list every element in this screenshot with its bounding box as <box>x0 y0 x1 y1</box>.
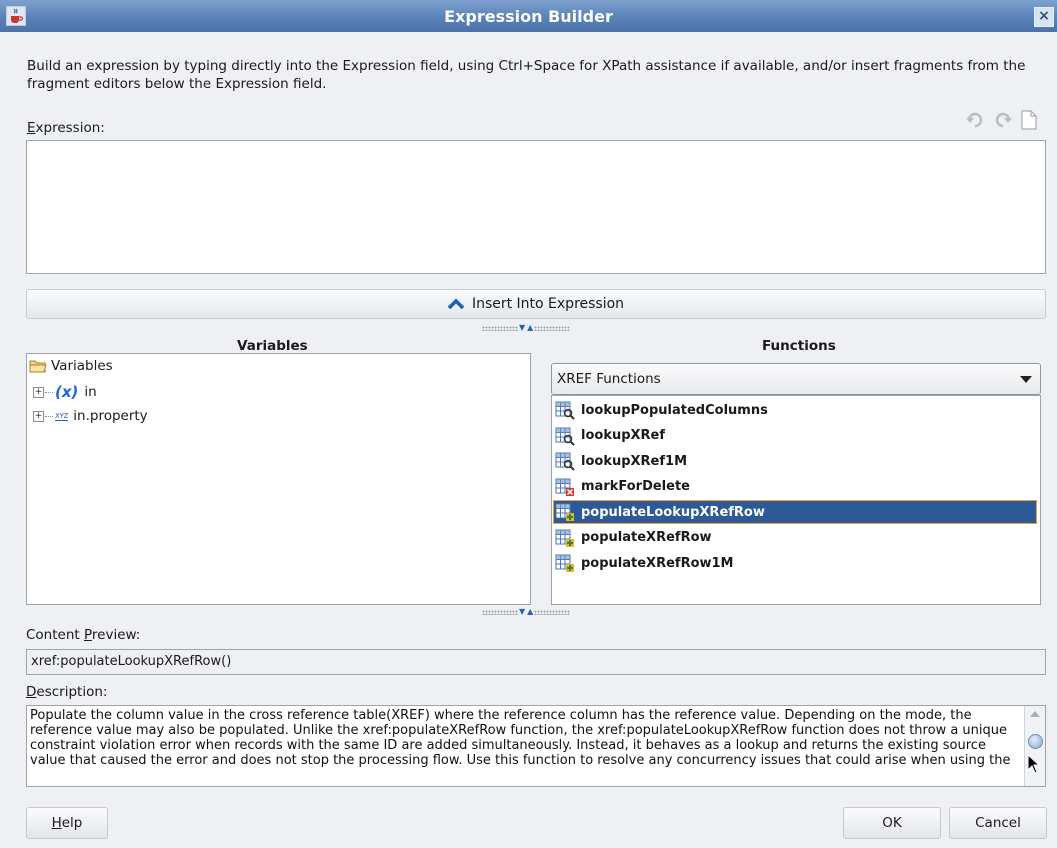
tree-line <box>45 415 53 417</box>
grip-dots-icon <box>482 609 518 615</box>
description-box[interactable]: Populate the column value in the cross r… <box>26 705 1046 787</box>
content-preview-field: xref:populateLookupXRefRow() <box>26 649 1046 675</box>
content-preview-mnemonic: P <box>83 627 92 643</box>
expression-label-rest: xpression: <box>35 120 105 136</box>
content-preview-label: Content Preview: <box>26 627 140 643</box>
ok-button[interactable]: OK <box>843 807 941 839</box>
variable-icon: (x) <box>55 383 79 401</box>
tree-node-in[interactable]: + (x) in <box>33 383 97 401</box>
arrow-down-icon: ▼ <box>519 323 526 332</box>
function-list-item[interactable]: lookupXRef <box>553 424 1037 448</box>
cancel-button[interactable]: Cancel <box>949 807 1047 839</box>
function-label: populateXRefRow1M <box>581 555 734 571</box>
close-button[interactable]: × <box>1034 7 1054 27</box>
functions-heading: Functions <box>762 338 836 354</box>
description-text: Populate the column value in the cross r… <box>30 708 1011 768</box>
grip-dots-icon <box>534 325 571 331</box>
mouse-cursor-icon <box>1027 754 1041 774</box>
window-title: Expression Builder <box>444 7 613 26</box>
function-label: populateXRefRow <box>581 530 712 545</box>
function-list[interactable]: lookupPopulatedColumns lookupXRef lookupXR… <box>551 395 1041 605</box>
redo-icon[interactable] <box>993 110 1013 128</box>
chevron-down-icon[interactable] <box>1020 376 1032 383</box>
tree-label: in <box>84 384 97 400</box>
table-function-icon <box>555 427 575 446</box>
insert-into-expression-button[interactable]: Insert Into Expression <box>26 289 1046 319</box>
expression-field[interactable] <box>26 140 1046 274</box>
expression-toolbar <box>965 110 1037 130</box>
content-preview-label-rest: review: <box>91 627 141 643</box>
tree-label: Variables <box>51 358 113 374</box>
function-category-select[interactable]: XREF Functions <box>551 363 1041 395</box>
tree-label: in.property <box>73 408 148 424</box>
variables-heading: Variables <box>237 338 308 354</box>
function-list-item[interactable]: populateLookupXRefRow <box>553 500 1037 524</box>
clear-icon[interactable] <box>1021 110 1037 130</box>
description-scrollbar[interactable] <box>1024 706 1045 786</box>
insert-label: Insert Into Expression <box>471 296 625 312</box>
instructions-text: Build an expression by typing directly i… <box>27 58 1026 92</box>
splitter-grip-bottom[interactable]: ▼ ▲ <box>482 607 571 616</box>
chevron-up-icon <box>447 298 464 310</box>
function-list-item[interactable]: populateXRefRow <box>553 526 1037 550</box>
table-function-icon <box>555 401 575 420</box>
property-icon: XYZ <box>55 411 69 421</box>
help-label-rest: elp <box>61 815 83 831</box>
function-label: markForDelete <box>581 479 690 494</box>
table-function-icon <box>555 554 574 572</box>
function-label: populateLookupXRefRow <box>581 504 765 520</box>
expand-icon[interactable]: + <box>33 410 44 422</box>
undo-icon[interactable] <box>965 110 985 128</box>
tree-line <box>45 391 53 393</box>
description-label: Description: <box>26 684 107 700</box>
function-label: lookupXRef <box>581 428 666 443</box>
scroll-up-icon[interactable] <box>1030 711 1040 717</box>
expand-icon[interactable]: + <box>33 386 44 398</box>
content-preview-value: xref:populateLookupXRefRow() <box>31 654 232 669</box>
table-function-icon <box>555 478 574 496</box>
description-mnemonic: D <box>26 684 37 700</box>
splitter-grip-top[interactable]: ▼ ▲ <box>482 323 571 332</box>
function-list-item[interactable]: markForDelete <box>553 475 1037 499</box>
function-list-item[interactable]: populateXRefRow1M <box>553 551 1037 575</box>
function-label: lookupPopulatedColumns <box>581 402 768 418</box>
table-function-icon <box>555 503 574 521</box>
arrow-down-icon: ▼ <box>519 607 526 616</box>
function-list-item[interactable]: lookupXRef1M <box>553 449 1037 473</box>
function-list-item[interactable]: lookupPopulatedColumns <box>553 398 1037 422</box>
content-preview-label-start: Content <box>26 627 84 643</box>
folder-icon <box>29 360 47 373</box>
help-mnemonic: H <box>51 815 62 831</box>
arrow-up-icon: ▲ <box>527 323 534 332</box>
scroll-thumb[interactable] <box>1028 734 1043 749</box>
title-bar: Expression Builder × <box>0 0 1057 32</box>
function-category-value: XREF Functions <box>557 371 661 387</box>
expression-mnemonic: E <box>27 120 36 136</box>
table-function-icon <box>555 452 575 471</box>
grip-dots-icon <box>482 325 518 331</box>
tree-node-in-property[interactable]: + XYZ in.property <box>33 408 148 424</box>
tree-node-variables[interactable]: Variables <box>29 358 113 374</box>
expression-label: Expression: <box>27 120 105 136</box>
variables-tree[interactable]: Variables + (x) in + XYZ in.property <box>26 353 531 605</box>
help-button[interactable]: Help <box>26 807 108 839</box>
description-label-rest: escription: <box>36 684 108 700</box>
arrow-up-icon: ▲ <box>527 607 534 616</box>
grip-dots-icon <box>534 609 571 615</box>
function-label: lookupXRef1M <box>581 453 688 469</box>
table-function-icon <box>555 529 574 547</box>
